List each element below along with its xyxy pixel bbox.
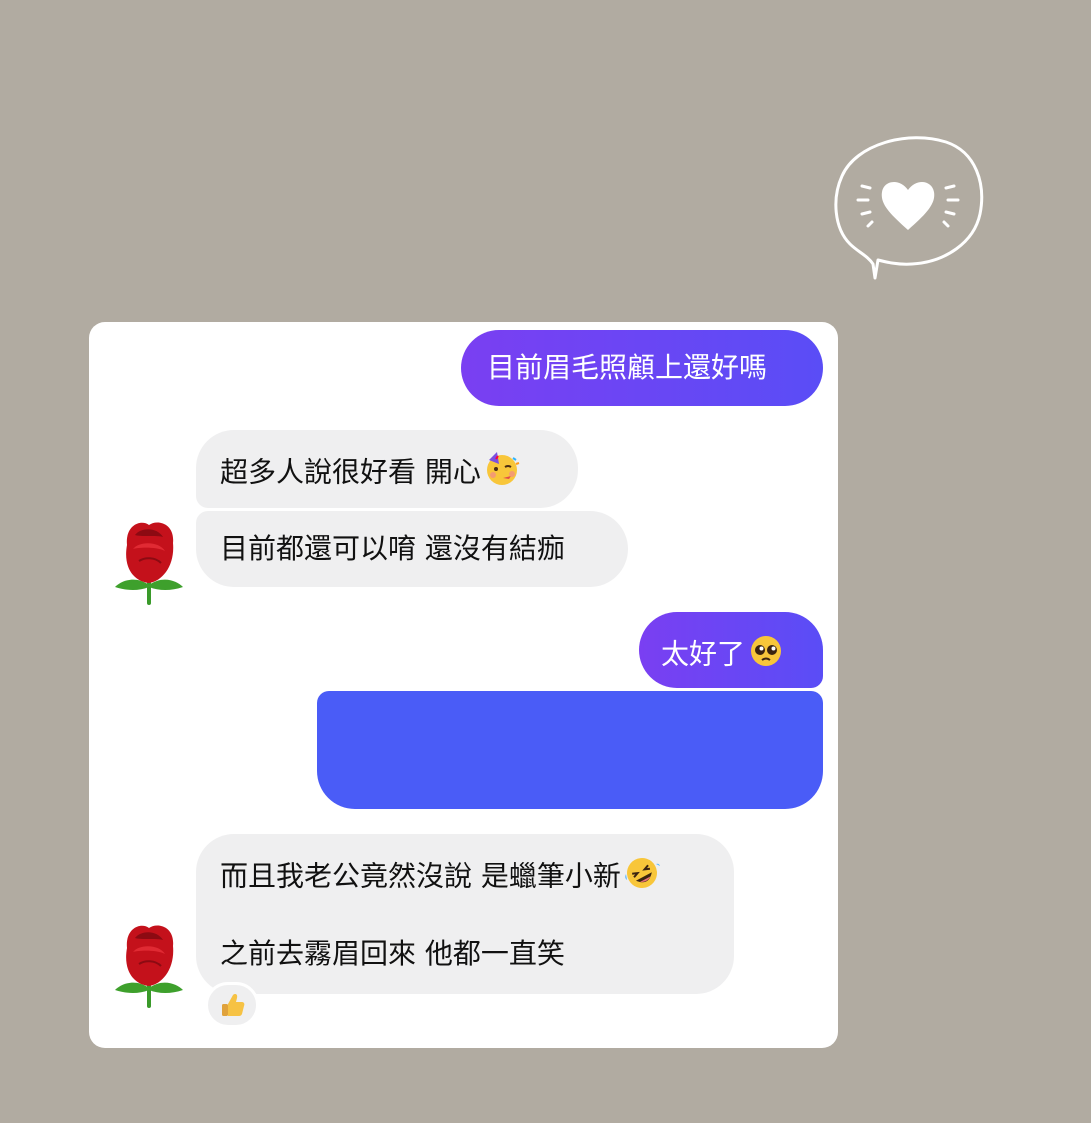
rolling-on-floor-laughing-icon <box>623 854 661 901</box>
rose-icon <box>115 522 183 605</box>
message-text: 超多人說很好看 開心 <box>220 455 481 489</box>
message-text: 目前都還可以唷 還沒有結痂 <box>220 532 565 565</box>
incoming-message-bubble[interactable]: 超多人說很好看 開心 <box>196 430 578 508</box>
chat-screenshot-card: 目前眉毛照顧上還好嗎 超多人說很好看 開心 目前都還可以唷 還沒有結痂 太好了 … <box>89 322 838 1048</box>
outgoing-message-bubble[interactable]: 目前眉毛照顧上還好嗎 <box>461 330 823 406</box>
rose-icon <box>115 925 183 1008</box>
message-text: 太好了 <box>661 637 746 671</box>
partying-face-icon <box>483 450 521 497</box>
message-line: 而且我老公竟然沒說 是蠟筆小新 <box>220 854 734 893</box>
message-text: 之前去霧眉回來 他都一直笑 <box>220 937 565 970</box>
outgoing-message-bubble[interactable] <box>317 691 823 809</box>
speech-bubble-heart-icon <box>834 136 984 280</box>
message-text: 目前眉毛照顧上還好嗎 <box>487 351 768 384</box>
thumbs-up-icon <box>222 994 245 1016</box>
message-text: 而且我老公竟然沒說 是蠟筆小新 <box>220 859 621 893</box>
message-reaction[interactable] <box>205 982 259 1028</box>
message-line: 之前去霧眉回來 他都一直笑 <box>220 936 734 972</box>
incoming-message-bubble[interactable]: 而且我老公竟然沒說 是蠟筆小新 之前去霧眉回來 他都一直笑 <box>196 834 734 994</box>
outgoing-message-bubble[interactable]: 太好了 <box>639 612 823 688</box>
pleading-face-icon <box>747 632 785 679</box>
incoming-message-bubble[interactable]: 目前都還可以唷 還沒有結痂 <box>196 511 628 587</box>
